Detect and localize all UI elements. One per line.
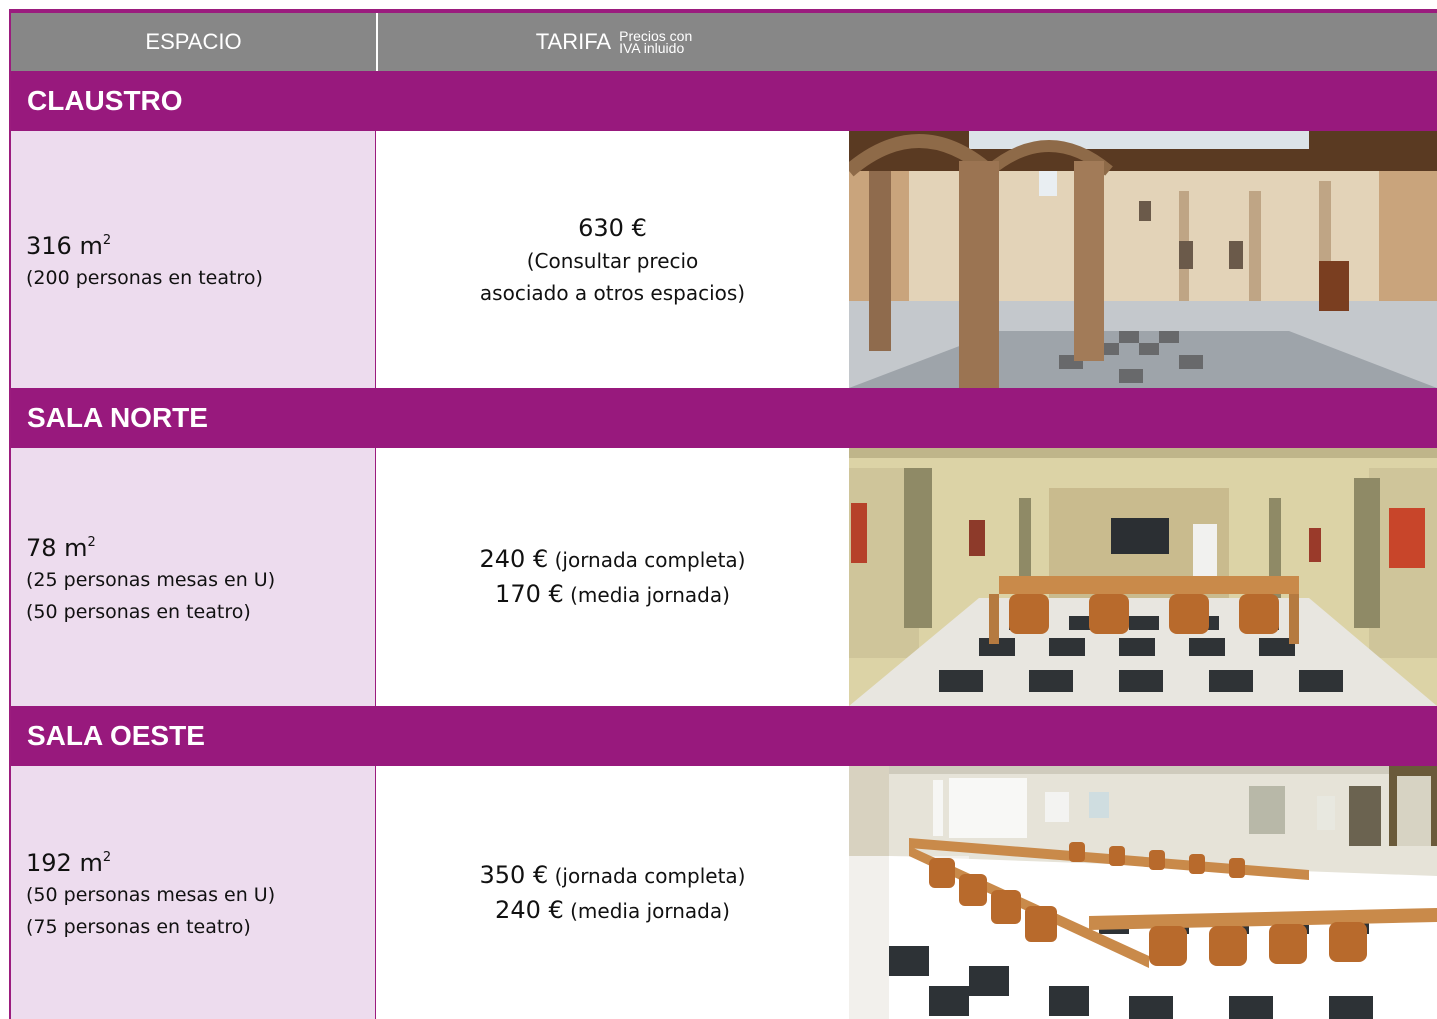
space-info-sala-norte: 78 m2 (25 personas mesas en U) (50 perso…	[11, 448, 376, 706]
space-info-sala-oeste: 192 m2 (50 personas mesas en U) (75 pers…	[11, 766, 376, 1019]
meeting-room-u-tables-photo	[849, 448, 1437, 706]
area-sala-oeste: 192 m2	[26, 842, 375, 879]
row-sala-norte: 78 m2 (25 personas mesas en U) (50 perso…	[11, 448, 1437, 706]
price-claustro: 630 € (Consultar precio asociado a otros…	[376, 131, 849, 388]
header-vat-note: Precios con IVA inluido	[619, 29, 692, 56]
header-tarifa: TARIFA Precios con IVA inluido	[378, 13, 850, 71]
price-sala-norte: 240 € (jornada completa) 170 € (media jo…	[376, 448, 849, 706]
price-sala-oeste-full-day: 350 € (jornada completa)	[480, 858, 746, 893]
price-sala-oeste: 350 € (jornada completa) 240 € (media jo…	[376, 766, 849, 1019]
area-value: 78 m	[26, 533, 88, 562]
area-value: 192 m	[26, 849, 103, 877]
rates-table: ESPACIO TARIFA Precios con IVA inluido C…	[0, 0, 1437, 1019]
section-title-sala-oeste: SALA OESTE	[11, 706, 1437, 766]
price-claustro-amount: 630 €	[578, 213, 647, 242]
price-sala-norte-full-day: 240 € (jornada completa)	[480, 542, 746, 577]
capacity-sala-norte-theater: (50 personas en teatro)	[26, 600, 251, 623]
header-tarifa-label: TARIFA	[535, 29, 612, 54]
price-desc: (jornada completa)	[548, 863, 746, 888]
price-claustro-note1: (Consultar precio	[526, 248, 699, 273]
price-amount: 170 €	[495, 580, 564, 608]
area-sala-norte: 78 m2	[26, 527, 375, 564]
row-sala-oeste: 192 m2 (50 personas mesas en U) (75 pers…	[11, 766, 1437, 1019]
price-amount: 240 €	[479, 545, 549, 573]
section-title-sala-norte: SALA NORTE	[11, 388, 1437, 448]
section-title-claustro: CLAUSTRO	[11, 71, 1437, 131]
capacity-sala-oeste-theater: (75 personas en teatro)	[26, 916, 251, 938]
price-desc: (jornada completa)	[548, 548, 746, 572]
price-desc: (media jornada)	[563, 583, 730, 607]
header-vat-note-line2: IVA inluido	[619, 40, 685, 56]
capacity-sala-norte-u: (25 personas mesas en U)	[26, 568, 276, 591]
area-claustro: 316 m2	[26, 225, 375, 262]
area-unit-exponent: 2	[102, 233, 112, 248]
header-espacio: ESPACIO	[11, 13, 378, 71]
price-amount: 240 €	[495, 895, 564, 924]
row-claustro: 316 m2 (200 personas en teatro) 630 € (C…	[11, 131, 1437, 388]
price-claustro-note2: asociado a otros espacios)	[479, 280, 746, 305]
cloister-courtyard-photo	[849, 131, 1437, 388]
capacity-claustro-theater: (200 personas en teatro)	[26, 267, 263, 289]
price-sala-oeste-half-day: 240 € (media jornada)	[495, 893, 730, 928]
price-amount: 350 €	[479, 860, 549, 889]
price-desc: (media jornada)	[563, 898, 730, 923]
area-unit-exponent: 2	[87, 534, 96, 550]
large-meeting-room-photo	[849, 766, 1437, 1019]
table-header: ESPACIO TARIFA Precios con IVA inluido	[11, 13, 1437, 71]
area-value: 316 m	[26, 232, 103, 260]
area-unit-exponent: 2	[102, 850, 112, 865]
space-info-claustro: 316 m2 (200 personas en teatro)	[11, 131, 376, 388]
capacity-sala-oeste-u: (50 personas mesas en U)	[26, 884, 276, 906]
price-sala-norte-half-day: 170 € (media jornada)	[495, 577, 730, 612]
